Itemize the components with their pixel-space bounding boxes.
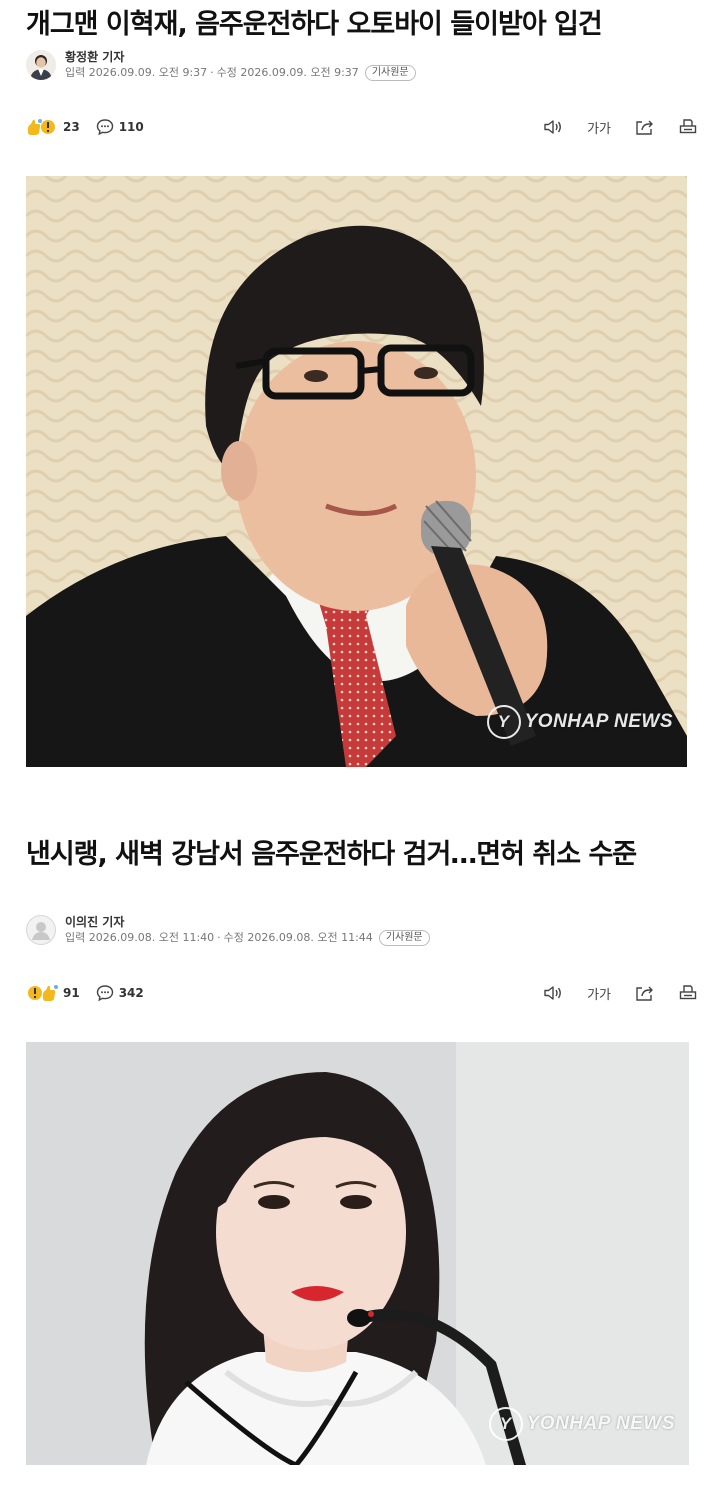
print-icon <box>679 985 697 1000</box>
comment-count: 110 <box>118 120 144 134</box>
published-time: 입력 2026.09.09. 오전 9:37 <box>65 66 208 79</box>
article-1: 개그맨 이혁재, 음주운전하다 오토바이 들이받아 입건 황정환 기자 입력 2… <box>0 0 723 780</box>
article-tools: 가가 <box>519 118 697 137</box>
reaction-count: 23 <box>63 120 80 134</box>
article-2: 낸시랭, 새벽 강남서 음주운전하다 검거…면허 취소 수준 이의진 기자 입력… <box>0 800 723 1511</box>
comment-button[interactable]: 110 <box>96 118 144 136</box>
comment-icon <box>96 119 113 136</box>
reaction-emoji-icon <box>28 985 58 1001</box>
byline: 황정환 기자 입력 2026.09.09. 오전 9:37 · 수정 2026.… <box>0 49 442 81</box>
reaction-button[interactable]: 23 <box>26 118 80 136</box>
reaction-emoji-icon <box>27 119 55 135</box>
print-icon <box>679 119 697 134</box>
published-time: 입력 2026.09.08. 오전 11:40 <box>65 931 215 944</box>
share-icon <box>636 120 653 135</box>
reactions: 91 342 <box>26 984 160 1002</box>
modified-time: 수정 2026.09.08. 오전 11:44 <box>223 931 373 944</box>
speaker-icon <box>544 986 562 1000</box>
comment-icon <box>96 985 113 1002</box>
yonhap-logo-icon: Y <box>488 1407 523 1441</box>
speaker-icon <box>544 120 562 134</box>
article-title[interactable]: 개그맨 이혁재, 음주운전하다 오토바이 들이받아 입건 <box>0 6 628 44</box>
article-dates: 입력 2026.09.08. 오전 11:40 · 수정 2026.09.08.… <box>65 930 430 946</box>
article-photo[interactable]: Y YONHAP NEWS <box>26 176 687 767</box>
watermark-text: YONHAP NEWS <box>526 1413 675 1434</box>
default-user-icon <box>26 915 56 945</box>
original-article-link[interactable]: 기사원문 <box>378 930 430 946</box>
article-photo[interactable]: Y YONHAP NEWS <box>26 1042 689 1465</box>
original-article-link[interactable]: 기사원문 <box>364 65 416 81</box>
share-icon <box>636 986 653 1001</box>
modified-time: 수정 2026.09.09. 오전 9:37 <box>216 66 359 79</box>
byline: 이의진 기자 입력 2026.09.08. 오전 11:40 · 수정 2026… <box>0 914 456 946</box>
article-tools: 가가 <box>519 984 697 1003</box>
photo-woman-at-microphone <box>26 1042 689 1465</box>
font-size-button[interactable]: 가가 <box>587 118 611 137</box>
reporter-avatar[interactable] <box>26 50 56 80</box>
share-button[interactable] <box>635 118 655 136</box>
font-size-label: 가가 <box>587 121 611 137</box>
reactions: 23 110 <box>26 118 160 136</box>
reporter-name[interactable]: 이의진 기자 <box>65 914 430 930</box>
font-size-label: 가가 <box>587 987 611 1003</box>
article-toolbar: 23 110 가가 <box>0 115 723 139</box>
reporter-name[interactable]: 황정환 기자 <box>65 49 416 65</box>
article-title[interactable]: 낸시랭, 새벽 강남서 음주운전하다 검거…면허 취소 수준 <box>0 836 723 874</box>
yonhap-watermark: Y YONHAP NEWS <box>488 1407 675 1441</box>
reaction-count: 91 <box>63 986 80 1000</box>
print-button[interactable] <box>679 118 697 136</box>
share-button[interactable] <box>635 984 655 1002</box>
date-separator: · <box>210 66 214 79</box>
article-toolbar: 91 342 가가 <box>0 981 723 1005</box>
date-separator: · <box>217 931 221 944</box>
comment-count: 342 <box>118 986 144 1000</box>
print-button[interactable] <box>679 984 697 1002</box>
comment-button[interactable]: 342 <box>96 984 144 1002</box>
reporter-avatar-placeholder[interactable] <box>26 915 56 945</box>
font-size-button[interactable]: 가가 <box>587 984 611 1003</box>
reaction-button[interactable]: 91 <box>26 984 80 1002</box>
watermark-text: YONHAP NEWS <box>524 711 673 732</box>
yonhap-watermark: Y YONHAP NEWS <box>486 705 673 739</box>
yonhap-logo-icon: Y <box>486 705 521 739</box>
listen-button[interactable] <box>543 118 563 136</box>
article-dates: 입력 2026.09.09. 오전 9:37 · 수정 2026.09.09. … <box>65 65 416 81</box>
photo-man-with-microphone <box>26 176 687 767</box>
listen-button[interactable] <box>543 984 563 1002</box>
